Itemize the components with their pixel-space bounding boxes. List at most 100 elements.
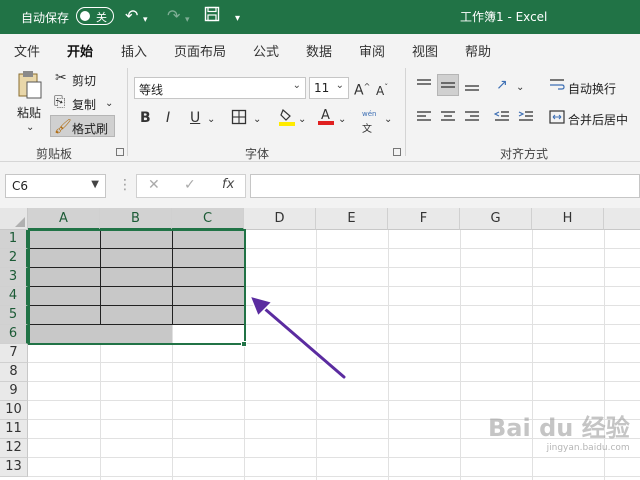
column-header-partial[interactable] (604, 208, 640, 230)
select-all-button[interactable] (0, 208, 28, 230)
clipboard-launcher-icon[interactable] (116, 148, 124, 156)
underline-dropdown-icon[interactable]: ⌄ (207, 112, 215, 128)
phonetic-dropdown-icon[interactable]: ⌄ (384, 112, 392, 128)
shrink-font-icon[interactable]: Aˇ (376, 80, 388, 99)
phonetic-icon[interactable]: wén 文 (362, 106, 376, 138)
column-header-c[interactable]: C (172, 208, 244, 230)
tab-home[interactable]: 开始 (67, 41, 94, 66)
brush-icon: 🖌 (54, 119, 72, 135)
borders-dropdown-icon[interactable]: ⌄ (253, 112, 261, 128)
undo-icon[interactable]: ↶ (125, 6, 138, 26)
row-header-3[interactable]: 3 (0, 268, 28, 287)
column-header-g[interactable]: G (460, 208, 532, 230)
tab-data[interactable]: 数据 (306, 41, 332, 60)
font-launcher-icon[interactable] (393, 148, 401, 156)
row-header-12[interactable]: 12 (0, 439, 28, 458)
paste-label[interactable]: 粘贴 (17, 104, 41, 121)
name-box[interactable]: C6 ▼ (5, 174, 106, 198)
italic-button[interactable]: I (166, 110, 170, 126)
font-color-icon[interactable]: A (318, 106, 334, 130)
watermark-logo: Bai du 经验 jingyan.baidu.com (488, 408, 630, 453)
font-name-combo[interactable]: 等线 ⌄ (134, 77, 306, 99)
customize-qat-icon[interactable]: ▾ (235, 9, 240, 29)
increase-indent-icon[interactable] (518, 110, 534, 128)
row-header-1[interactable]: 1 (0, 230, 28, 249)
tab-insert[interactable]: 插入 (121, 41, 147, 60)
column-header-a[interactable]: A (28, 208, 100, 230)
align-right-icon[interactable] (464, 110, 480, 128)
tab-page-layout[interactable]: 页面布局 (174, 41, 226, 60)
row-header-8[interactable]: 8 (0, 363, 28, 382)
cut-button[interactable]: 剪切 (72, 72, 96, 89)
align-bottom-icon[interactable] (464, 78, 480, 96)
column-header-f[interactable]: F (388, 208, 460, 230)
wrap-text-icon[interactable] (549, 78, 565, 96)
grow-font-icon[interactable]: A^ (354, 79, 370, 99)
clipboard-group-label: 剪贴板 (36, 147, 73, 161)
tab-help[interactable]: 帮助 (465, 41, 491, 60)
copy-dropdown-icon[interactable]: ⌄ (105, 96, 113, 112)
align-top-icon[interactable] (416, 78, 432, 96)
group-separator (127, 68, 128, 156)
formula-input[interactable] (250, 174, 640, 198)
font-color-dropdown-icon[interactable]: ⌄ (338, 112, 346, 128)
column-header-e[interactable]: E (316, 208, 388, 230)
row-header-5[interactable]: 5 (0, 306, 28, 325)
row-header-2[interactable]: 2 (0, 249, 28, 268)
fill-color-dropdown-icon[interactable]: ⌄ (298, 112, 306, 128)
enter-icon[interactable]: ✓ (184, 177, 196, 193)
tab-file[interactable]: 文件 (14, 41, 40, 60)
font-name-value: 等线 (139, 83, 164, 97)
selection-range (28, 229, 246, 345)
save-icon[interactable] (204, 6, 220, 27)
cancel-icon[interactable]: ✕ (148, 177, 160, 193)
ribbon-tabs: 文件 开始 插入 页面布局 公式 数据 审阅 视图 帮助 (0, 34, 640, 66)
align-left-icon[interactable] (416, 110, 432, 128)
redo-icon[interactable]: ↷ (167, 6, 180, 26)
align-center-icon[interactable] (440, 110, 456, 128)
row-header-7[interactable]: 7 (0, 344, 28, 363)
tab-formulas[interactable]: 公式 (253, 41, 279, 60)
annotation-arrow-icon (248, 294, 347, 380)
borders-icon[interactable] (231, 109, 247, 129)
copy-button[interactable]: 复制 (72, 96, 96, 113)
window-title: 工作簿1 - Excel (460, 10, 548, 24)
row-header-10[interactable]: 10 (0, 401, 28, 420)
insert-function-button[interactable]: fx (222, 177, 234, 192)
row-header-13[interactable]: 13 (0, 458, 28, 477)
phonetic-top: wén (362, 110, 377, 118)
autosave-toggle[interactable]: 关 (76, 7, 114, 25)
copy-icon[interactable]: ⎘ (54, 94, 65, 110)
formula-bar-more-icon: ⋮ (118, 177, 132, 193)
row-header-11[interactable]: 11 (0, 420, 28, 439)
row-header-4[interactable]: 4 (0, 287, 28, 306)
watermark-url: jingyan.baidu.com (546, 443, 630, 453)
paste-icon[interactable] (17, 70, 43, 104)
worksheet-grid[interactable]: A B C D E F G H 1 2 3 4 5 6 7 8 9 10 11 … (0, 208, 640, 480)
font-size-combo[interactable]: 11 ⌄ (309, 77, 349, 99)
column-header-d[interactable]: D (244, 208, 316, 230)
fill-color-icon[interactable] (279, 108, 295, 130)
merge-center-button[interactable]: 合并后居中 (568, 111, 628, 128)
row-header-6[interactable]: 6 (0, 325, 28, 344)
undo-dropdown-icon[interactable]: ▾ (143, 10, 148, 30)
scissors-icon[interactable]: ✂ (55, 70, 67, 86)
underline-button[interactable]: U (190, 110, 200, 126)
gridline (28, 400, 640, 401)
svg-text:A: A (321, 108, 330, 123)
tab-view[interactable]: 视图 (412, 41, 438, 60)
column-header-h[interactable]: H (532, 208, 604, 230)
bold-button[interactable]: B (140, 110, 151, 126)
decrease-indent-icon[interactable] (493, 110, 510, 128)
wrap-text-button[interactable]: 自动换行 (568, 80, 616, 97)
group-separator (405, 68, 406, 156)
chevron-down-icon: ▼ (91, 179, 99, 190)
orientation-dropdown-icon[interactable]: ⌄ (516, 80, 524, 96)
tab-review[interactable]: 审阅 (359, 41, 385, 60)
merge-center-icon[interactable] (549, 110, 565, 128)
column-header-b[interactable]: B (100, 208, 172, 230)
row-header-9[interactable]: 9 (0, 382, 28, 401)
orientation-icon[interactable]: ↗ (496, 77, 508, 93)
redo-dropdown-icon[interactable]: ▾ (185, 10, 190, 30)
paste-dropdown-icon[interactable]: ⌄ (26, 120, 34, 136)
